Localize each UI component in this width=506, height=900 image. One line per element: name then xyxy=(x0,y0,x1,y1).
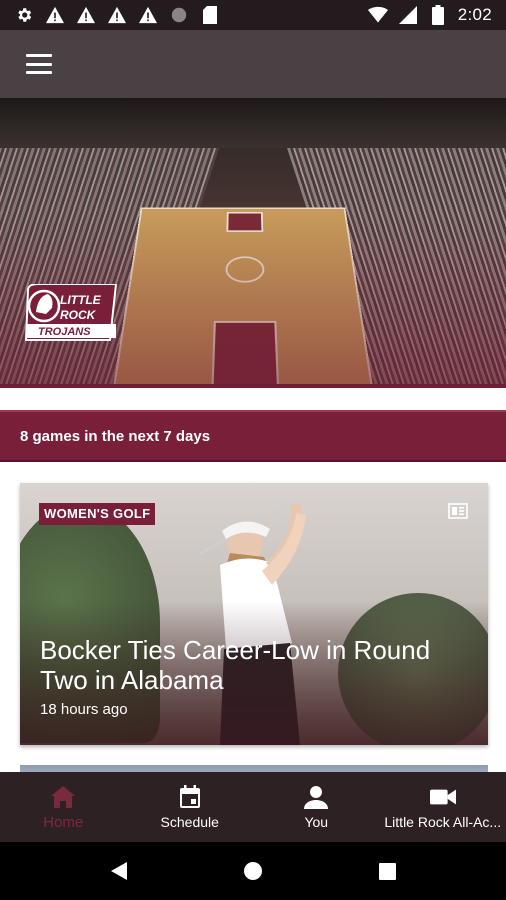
status-right-icons: 2:02 xyxy=(367,5,492,25)
upcoming-games-text: 8 games in the next 7 days xyxy=(20,427,211,445)
calendar-icon xyxy=(177,784,203,810)
signal-icon xyxy=(398,5,418,25)
person-icon xyxy=(303,784,329,810)
recents-icon[interactable] xyxy=(376,860,398,882)
status-bar: 2:02 xyxy=(0,0,506,30)
logo-text-rock: ROCK xyxy=(60,308,97,322)
hamburger-menu-icon[interactable] xyxy=(26,54,52,74)
logo-text-trojans: TROJANS xyxy=(38,326,91,338)
hero-arena-image: LITTLE ROCK TROJANS xyxy=(0,98,506,388)
home-icon xyxy=(50,784,76,810)
status-time: 2:02 xyxy=(457,5,492,24)
nav-schedule-label: Schedule xyxy=(160,814,219,830)
nav-you[interactable]: You xyxy=(253,772,380,842)
warning-icon xyxy=(45,5,65,25)
battery-icon xyxy=(428,5,448,25)
settings-icon xyxy=(14,5,34,25)
nav-home-label: Home xyxy=(43,813,84,831)
upcoming-games-banner[interactable]: 8 games in the next 7 days xyxy=(0,410,506,462)
status-left-icons xyxy=(14,5,220,25)
video-camera-icon xyxy=(429,784,456,810)
little-rock-trojans-logo: LITTLE ROCK TROJANS xyxy=(24,284,118,341)
logo-text-little: LITTLE xyxy=(60,293,102,307)
warning-icon xyxy=(76,5,96,25)
sd-card-icon xyxy=(200,5,220,25)
system-navigation-bar xyxy=(0,842,506,900)
hero-divider xyxy=(0,384,506,388)
warning-icon xyxy=(107,5,127,25)
article-icon xyxy=(448,503,468,519)
warning-icon xyxy=(138,5,158,25)
nav-you-label: You xyxy=(304,814,329,830)
home-circle-icon[interactable] xyxy=(242,860,264,882)
hero-gradient-overlay xyxy=(0,98,506,388)
app-screen: 2:02 LITTLE ROCK TROJANS 8 games in the … xyxy=(0,0,506,900)
wifi-icon xyxy=(367,5,388,25)
news-headline: Bocker Ties Career-Low in Round Two in A… xyxy=(40,635,431,695)
nav-all-access[interactable]: Little Rock All-Ac... xyxy=(380,772,506,842)
back-icon[interactable] xyxy=(108,860,130,882)
circle-icon xyxy=(169,5,189,25)
app-bar xyxy=(0,30,506,98)
news-timestamp: 18 hours ago xyxy=(40,701,128,718)
bottom-navigation: Home Schedule You Little Rock All-Ac... xyxy=(0,772,506,842)
nav-home[interactable]: Home xyxy=(0,772,127,842)
nav-all-access-label: Little Rock All-Ac... xyxy=(384,814,502,830)
sport-tag: WOMEN'S GOLF xyxy=(39,503,156,525)
nav-schedule[interactable]: Schedule xyxy=(127,772,254,842)
news-card[interactable]: WOMEN'S GOLF Bocker Ties Career-Low in R… xyxy=(20,483,488,745)
